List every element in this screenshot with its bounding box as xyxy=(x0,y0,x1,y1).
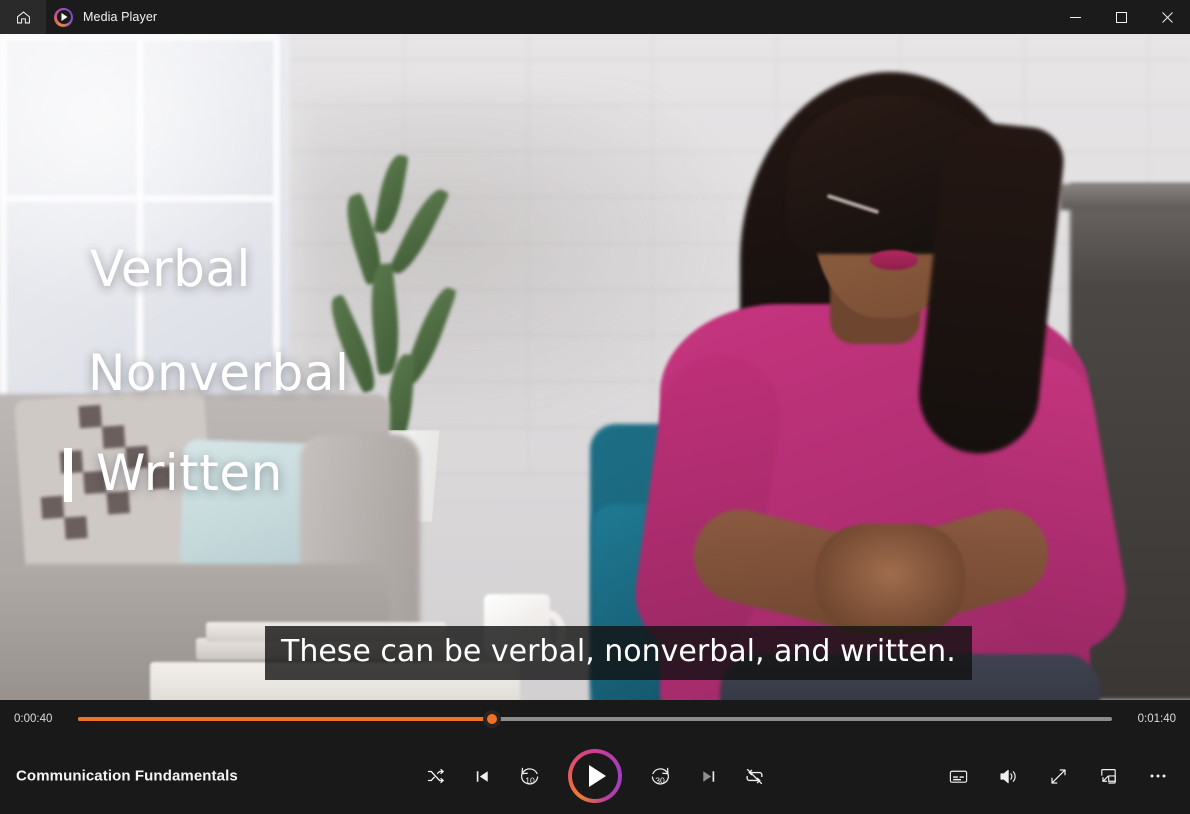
video-overlay-word-written: Written xyxy=(96,444,283,502)
seek-row: 0:00:40 0:01:40 xyxy=(0,700,1190,738)
now-playing-title: Communication Fundamentals xyxy=(16,767,238,785)
forward-30-icon: 30 xyxy=(648,765,672,787)
closed-captions-icon xyxy=(948,766,969,787)
minimize-icon xyxy=(1069,12,1081,23)
close-icon xyxy=(1161,11,1173,23)
video-surface[interactable]: Verbal Nonverbal Written These can be ve… xyxy=(0,34,1190,700)
video-overlay-word-verbal: Verbal xyxy=(90,240,251,298)
app-title: Media Player xyxy=(83,10,158,24)
seek-slider[interactable] xyxy=(78,710,1112,728)
captions-button[interactable] xyxy=(940,758,976,794)
ellipsis-icon xyxy=(1148,766,1168,786)
seek-progress-fill xyxy=(78,717,492,721)
volume-icon xyxy=(998,766,1019,787)
more-options-button[interactable] xyxy=(1140,758,1176,794)
total-time-label: 0:01:40 xyxy=(1137,713,1176,725)
svg-text:30: 30 xyxy=(655,775,665,785)
scene-presenter xyxy=(600,54,1136,700)
controls-row: Communication Fundamentals 10 30 xyxy=(0,738,1190,814)
mini-player-icon xyxy=(1098,766,1119,787)
secondary-controls xyxy=(940,758,1176,794)
play-icon xyxy=(589,765,606,787)
shuffle-off-icon xyxy=(426,766,446,786)
minimize-button[interactable] xyxy=(1052,0,1098,34)
home-button[interactable] xyxy=(0,0,46,34)
app-brand: Media Player xyxy=(54,7,158,27)
presenter-hands xyxy=(815,524,965,634)
repeat-off-icon xyxy=(744,766,765,787)
forward-30-button[interactable]: 30 xyxy=(640,758,680,794)
svg-text:10: 10 xyxy=(525,775,535,785)
rewind-10-button[interactable]: 10 xyxy=(510,758,550,794)
mini-player-button[interactable] xyxy=(1090,758,1126,794)
video-overlay-word-nonverbal: Nonverbal xyxy=(88,344,350,402)
video-text-caret xyxy=(64,448,72,502)
shuffle-button[interactable] xyxy=(418,758,454,794)
seek-thumb[interactable] xyxy=(482,710,501,728)
volume-button[interactable] xyxy=(990,758,1026,794)
presenter-lips xyxy=(870,250,918,270)
fullscreen-icon xyxy=(1048,766,1069,787)
previous-button[interactable] xyxy=(464,758,500,794)
next-button[interactable] xyxy=(690,758,726,794)
maximize-button[interactable] xyxy=(1098,0,1144,34)
title-bar: Media Player xyxy=(0,0,1190,34)
maximize-icon xyxy=(1115,11,1127,23)
media-player-logo-icon xyxy=(54,7,73,27)
next-track-icon xyxy=(699,767,718,786)
subtitle-caption: These can be verbal, nonverbal, and writ… xyxy=(265,626,972,680)
current-time-label: 0:00:40 xyxy=(14,713,53,725)
transport-controls: 10 30 xyxy=(418,749,772,803)
window-controls xyxy=(1052,0,1190,34)
repeat-button[interactable] xyxy=(736,758,772,794)
previous-track-icon xyxy=(473,767,492,786)
play-pause-button[interactable] xyxy=(568,749,622,803)
close-button[interactable] xyxy=(1144,0,1190,34)
fullscreen-button[interactable] xyxy=(1040,758,1076,794)
player-controls-bar: 0:00:40 0:01:40 Communication Fundamenta… xyxy=(0,700,1190,814)
media-player-window: Media Player Verbal Nonverbal Written Th… xyxy=(0,0,1190,814)
home-icon xyxy=(15,9,32,26)
rewind-10-icon: 10 xyxy=(518,765,542,787)
